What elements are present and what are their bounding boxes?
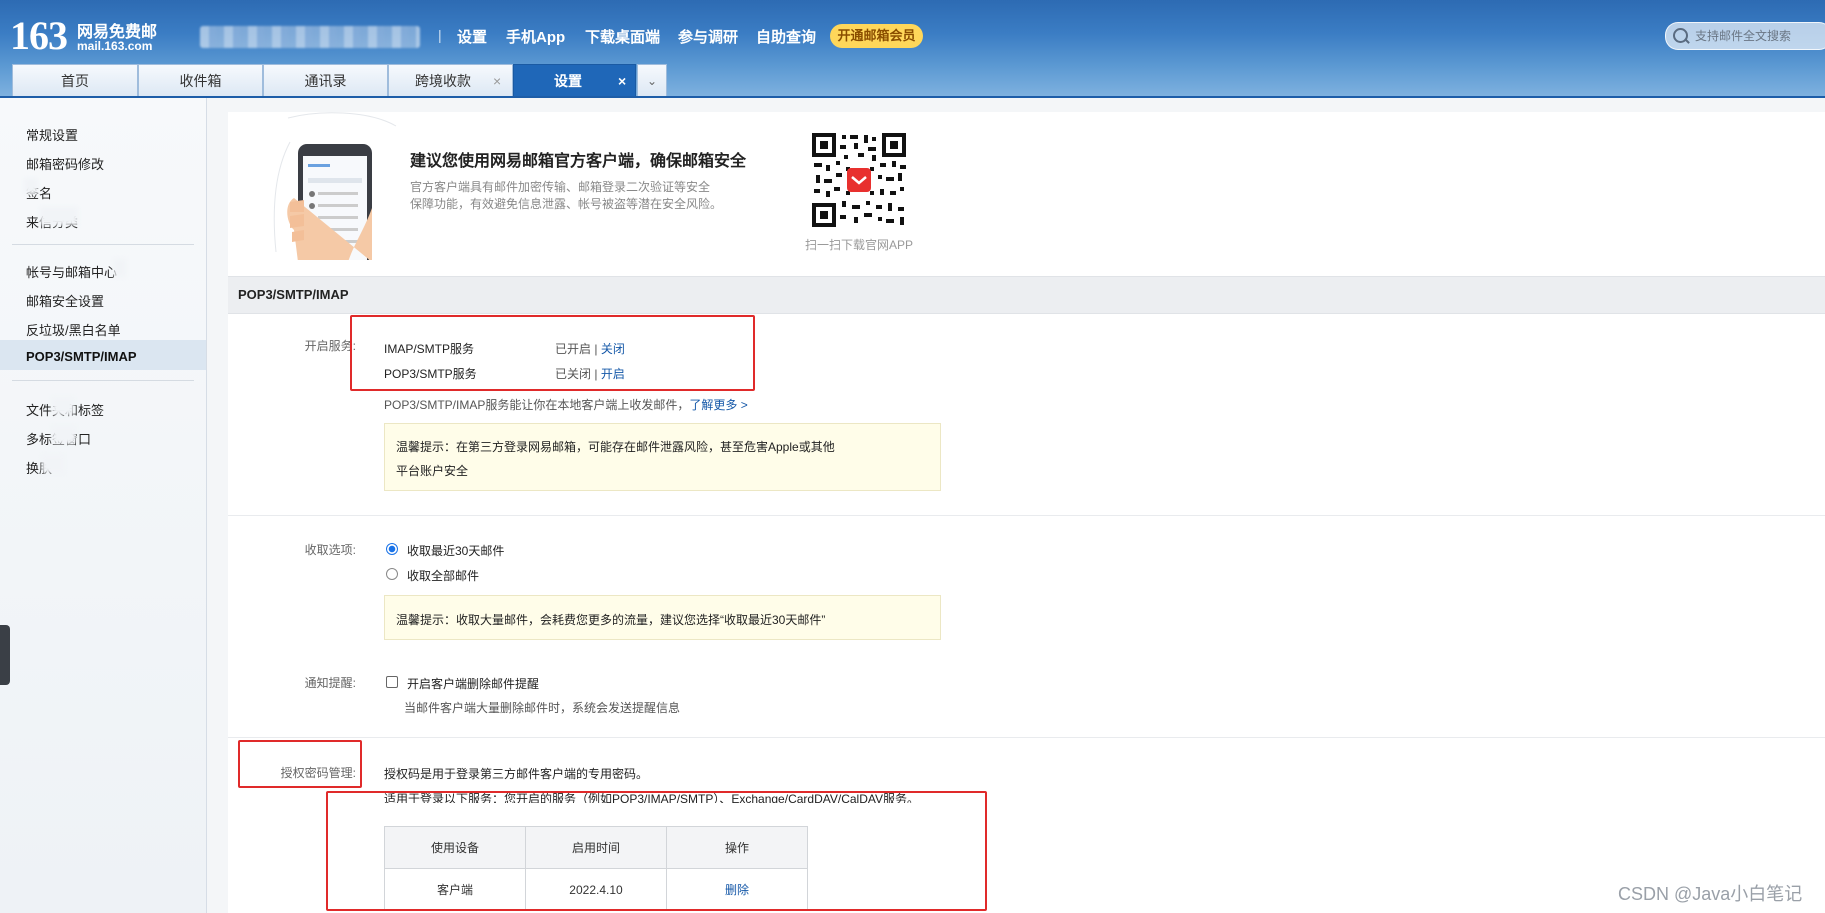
tab-label: 设置 [554,73,582,89]
sidebar-divider [12,244,194,245]
sidebar-item-security[interactable]: 邮箱安全设置 [26,291,104,310]
sidebar-item-general[interactable]: 常规设置 [26,125,78,144]
sidebar-item-antispam[interactable]: 反垃圾/黑白名单 [26,320,121,339]
sidebar-divider [12,380,194,381]
vip-upgrade-button[interactable]: 开通邮箱会员 [830,24,923,48]
toplink-desktop-download[interactable]: 下载桌面端 [585,26,660,47]
radio-recent-30-days[interactable] [386,543,398,555]
receive-options-label: 收取选项: [304,543,356,557]
security-warning-box [384,423,941,491]
warning-line: 平台账户安全 [396,464,469,478]
service-info: POP3/SMTP/IMAP服务能让你在本地客户端上收发邮件，了解更多 > [384,396,748,413]
toplink-survey[interactable]: 参与调研 [678,26,738,47]
redaction-patch [52,397,74,415]
warning-line: 温馨提示：在第三方登录网易邮箱，可能存在邮件泄露风险，甚至危害Apple或其他 [396,440,835,454]
qr-code-image[interactable] [810,131,908,229]
tab-cross-border[interactable]: 跨境收款 × [388,64,513,96]
annotation-box-auth-table [326,791,987,911]
toplink-settings[interactable]: 设置 [457,26,487,47]
redaction-patch [24,178,38,194]
redaction-patch [114,259,126,277]
row-divider [228,737,1825,738]
tab-label: 收件箱 [179,73,222,89]
close-icon[interactable]: × [618,65,626,97]
csdn-watermark: CSDN @Java小白笔记 [1618,884,1803,904]
delete-alert-checkbox[interactable] [386,676,398,688]
logo-domain: mail.163.com [77,39,153,53]
tab-label: 通讯录 [304,73,347,89]
promo-title: 建议您使用网易邮箱官方客户端，确保邮箱安全 [410,153,747,170]
promo-description: 保障功能，有效避免信息泄露、帐号被盗等潜在安全风险。 [410,197,723,211]
logo-163[interactable]: 163 [10,12,68,60]
tab-home[interactable]: 首页 [12,64,138,96]
radio-label: 收取全部邮件 [407,569,480,583]
close-icon[interactable]: × [493,65,501,97]
learn-more-link[interactable]: 了解更多 > [689,398,747,412]
redaction-patch [52,426,76,444]
redaction-patch [42,455,64,473]
annotation-box-auth-label [238,740,362,788]
warning-line: 温馨提示：收取大量邮件，会耗费您更多的流量，建议您选择“收取最近30天邮件” [396,613,826,627]
tab-inbox[interactable]: 收件箱 [138,64,263,96]
notify-label: 通知提醒: [304,676,356,690]
sidebar-item-pop3-smtp-imap[interactable]: POP3/SMTP/IMAP [26,349,137,364]
radio-all-mail[interactable] [386,568,398,580]
tab-menu-button[interactable]: ⌄ [637,64,667,96]
annotation-box-services [350,315,755,391]
tab-label: 首页 [61,73,89,89]
nav-separator: | [438,27,442,43]
section-header-bar [228,276,1825,314]
tab-label: 跨境收款 [415,73,471,89]
sidebar-item-password[interactable]: 邮箱密码修改 [26,154,104,173]
promo-description: 官方客户端具有邮件加密传输、邮箱登录二次验证等安全 [410,180,711,194]
tab-contacts[interactable]: 通讯录 [263,64,388,96]
phone-in-hand-illustration [273,112,397,260]
checkbox-label: 开启客户端删除邮件提醒 [407,677,540,691]
search-input[interactable] [1693,24,1825,48]
tab-settings[interactable]: 设置 × [513,64,636,96]
account-name-redacted [200,26,420,48]
qr-caption: 扫一扫下载官网APP [805,238,914,252]
radio-label: 收取最近30天邮件 [407,544,505,558]
notify-description: 当邮件客户端大量删除邮件时，系统会发送提醒信息 [404,701,681,715]
toplink-self-service[interactable]: 自助查询 [756,26,816,47]
service-info-text: POP3/SMTP/IMAP服务能让你在本地客户端上收发邮件， [384,398,690,412]
redaction-patch [40,207,78,225]
section-title: POP3/SMTP/IMAP [238,287,349,302]
row-divider [228,515,1825,516]
services-label: 开启服务: [304,339,356,353]
toplink-mobile-app[interactable]: 手机App [506,26,565,47]
chevron-down-icon: ⌄ [646,74,658,88]
sidebar-item-account-center[interactable]: 帐号与邮箱中心 [26,262,117,281]
auth-description: 授权码是用于登录第三方邮件客户端的专用密码。 [384,767,649,781]
drag-handle[interactable] [0,625,10,685]
